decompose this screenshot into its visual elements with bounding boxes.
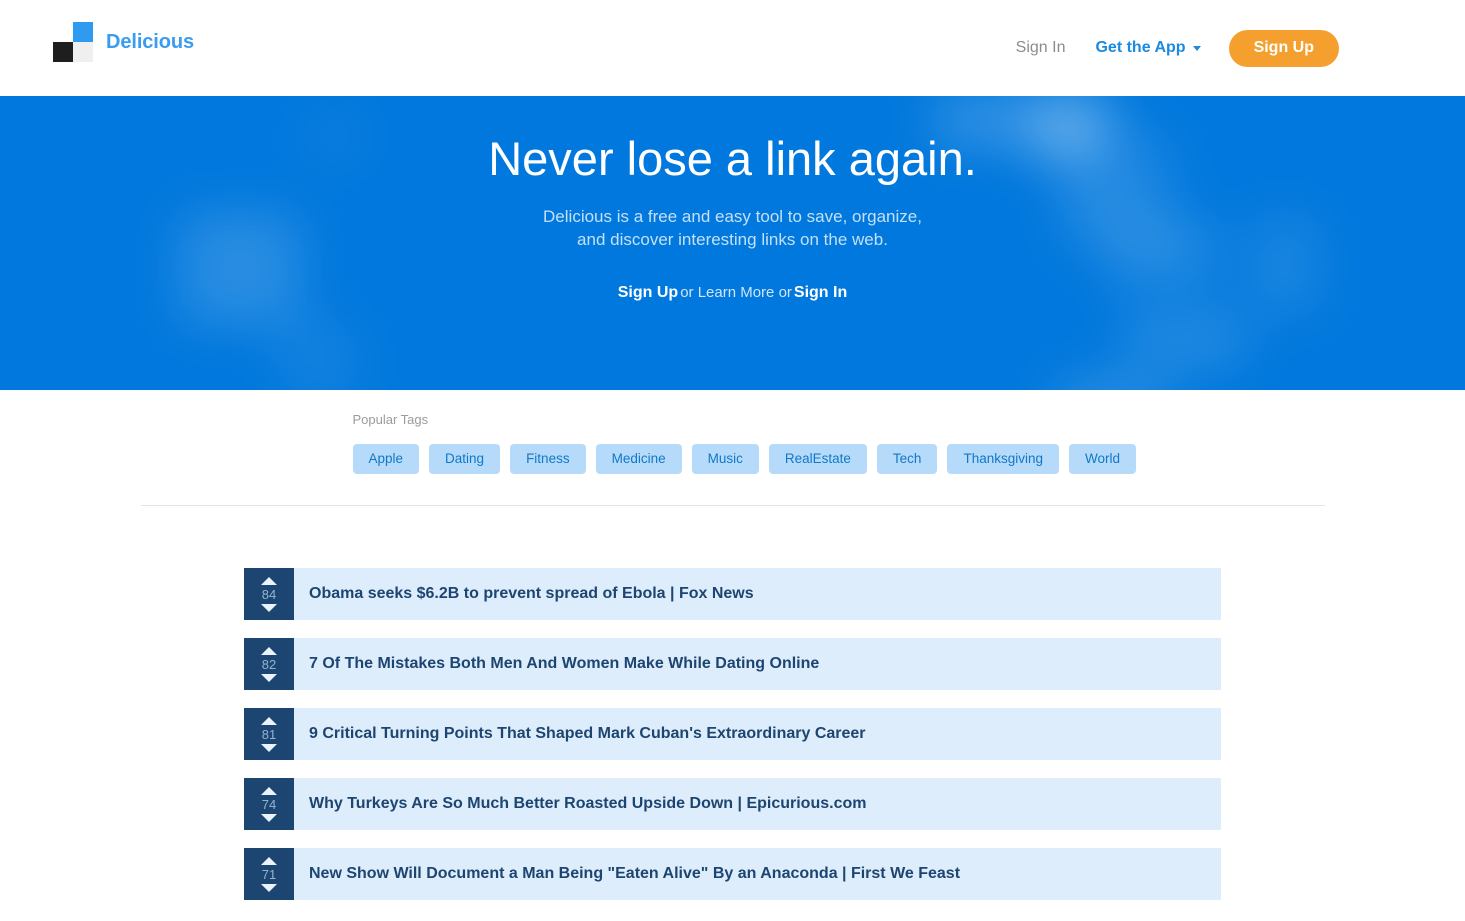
vote-up-icon[interactable] bbox=[261, 577, 277, 585]
logo-square-blue bbox=[73, 22, 93, 42]
list-item: 82 7 Of The Mistakes Both Men And Women … bbox=[244, 638, 1221, 690]
hero-content: Never lose a link again. Delicious is a … bbox=[0, 96, 1465, 302]
hero-blob bbox=[1125, 314, 1245, 366]
brand-name: Delicious bbox=[106, 31, 194, 54]
vote-down-icon[interactable] bbox=[261, 744, 277, 752]
brand-logo-link[interactable]: Delicious bbox=[53, 22, 194, 62]
popular-tags-list: Apple Dating Fitness Medicine Music Real… bbox=[353, 444, 1325, 474]
delicious-squares-logo-icon bbox=[53, 22, 93, 62]
popular-links-list: 84 Obama seeks $6.2B to prevent spread o… bbox=[244, 506, 1221, 900]
list-item-body: 9 Critical Turning Points That Shaped Ma… bbox=[294, 708, 1221, 760]
link-title[interactable]: Obama seeks $6.2B to prevent spread of E… bbox=[309, 585, 754, 603]
list-item-body: 7 Of The Mistakes Both Men And Women Mak… bbox=[294, 638, 1221, 690]
tag-thanksgiving[interactable]: Thanksgiving bbox=[947, 444, 1059, 474]
link-title[interactable]: Why Turkeys Are So Much Better Roasted U… bbox=[309, 795, 866, 813]
vote-count: 71 bbox=[262, 868, 276, 881]
vote-widget[interactable]: 81 bbox=[244, 708, 294, 760]
tag-music[interactable]: Music bbox=[692, 444, 759, 474]
hero-subtitle: Delicious is a free and easy tool to sav… bbox=[0, 206, 1465, 252]
link-title[interactable]: 9 Critical Turning Points That Shaped Ma… bbox=[309, 725, 866, 743]
vote-up-icon[interactable] bbox=[261, 647, 277, 655]
vote-up-icon[interactable] bbox=[261, 857, 277, 865]
vote-widget[interactable]: 71 bbox=[244, 848, 294, 900]
header-nav: Sign In Get the App Sign Up bbox=[1016, 0, 1339, 96]
header-sign-up-button[interactable]: Sign Up bbox=[1229, 30, 1339, 67]
hero-blob bbox=[280, 324, 358, 390]
list-item: 74 Why Turkeys Are So Much Better Roaste… bbox=[244, 778, 1221, 830]
logo-square-gray bbox=[73, 42, 93, 62]
hero-cta-row: Sign Upor Learn More orSign In bbox=[0, 284, 1465, 302]
hero-sign-in-link[interactable]: Sign In bbox=[794, 284, 847, 301]
tag-fitness[interactable]: Fitness bbox=[510, 444, 586, 474]
vote-down-icon[interactable] bbox=[261, 814, 277, 822]
tag-realestate[interactable]: RealEstate bbox=[769, 444, 867, 474]
logo-square-black bbox=[53, 42, 73, 62]
header-get-the-app-dropdown[interactable]: Get the App bbox=[1095, 39, 1200, 57]
list-item-body: Obama seeks $6.2B to prevent spread of E… bbox=[294, 568, 1221, 620]
vote-count: 74 bbox=[262, 798, 276, 811]
vote-count: 84 bbox=[262, 588, 276, 601]
vote-up-icon[interactable] bbox=[261, 787, 277, 795]
section-divider bbox=[141, 505, 1325, 506]
chevron-down-icon bbox=[1193, 46, 1201, 51]
vote-up-icon[interactable] bbox=[261, 717, 277, 725]
vote-widget[interactable]: 82 bbox=[244, 638, 294, 690]
hero-subtitle-line-1: Delicious is a free and easy tool to sav… bbox=[0, 206, 1465, 229]
tag-medicine[interactable]: Medicine bbox=[596, 444, 682, 474]
hero-banner: Never lose a link again. Delicious is a … bbox=[0, 96, 1465, 390]
tag-dating[interactable]: Dating bbox=[429, 444, 500, 474]
hero-sign-up-link[interactable]: Sign Up bbox=[618, 284, 678, 301]
vote-widget[interactable]: 74 bbox=[244, 778, 294, 830]
tag-tech[interactable]: Tech bbox=[877, 444, 938, 474]
vote-count: 82 bbox=[262, 658, 276, 671]
popular-tags-inner: Popular Tags Apple Dating Fitness Medici… bbox=[141, 412, 1325, 474]
vote-down-icon[interactable] bbox=[261, 604, 277, 612]
list-item-body: New Show Will Document a Man Being "Eate… bbox=[294, 848, 1221, 900]
popular-tags-label: Popular Tags bbox=[353, 412, 1325, 427]
list-item: 84 Obama seeks $6.2B to prevent spread o… bbox=[244, 568, 1221, 620]
list-item-body: Why Turkeys Are So Much Better Roasted U… bbox=[294, 778, 1221, 830]
vote-widget[interactable]: 84 bbox=[244, 568, 294, 620]
hero-title: Never lose a link again. bbox=[0, 133, 1465, 185]
vote-down-icon[interactable] bbox=[261, 884, 277, 892]
header-sign-in-link[interactable]: Sign In bbox=[1016, 39, 1066, 57]
link-title[interactable]: New Show Will Document a Man Being "Eate… bbox=[309, 865, 960, 883]
tag-world[interactable]: World bbox=[1069, 444, 1136, 474]
site-header: Delicious Sign In Get the App Sign Up bbox=[0, 0, 1465, 96]
hero-cta-middle-text: or Learn More or bbox=[680, 284, 792, 301]
get-the-app-label: Get the App bbox=[1095, 39, 1185, 57]
link-title[interactable]: 7 Of The Mistakes Both Men And Women Mak… bbox=[309, 655, 819, 673]
list-item: 81 9 Critical Turning Points That Shaped… bbox=[244, 708, 1221, 760]
vote-count: 81 bbox=[262, 728, 276, 741]
popular-tags-section: Popular Tags Apple Dating Fitness Medici… bbox=[0, 390, 1465, 506]
tag-apple[interactable]: Apple bbox=[353, 444, 420, 474]
hero-subtitle-line-2: and discover interesting links on the we… bbox=[0, 229, 1465, 252]
list-item: 71 New Show Will Document a Man Being "E… bbox=[244, 848, 1221, 900]
vote-down-icon[interactable] bbox=[261, 674, 277, 682]
